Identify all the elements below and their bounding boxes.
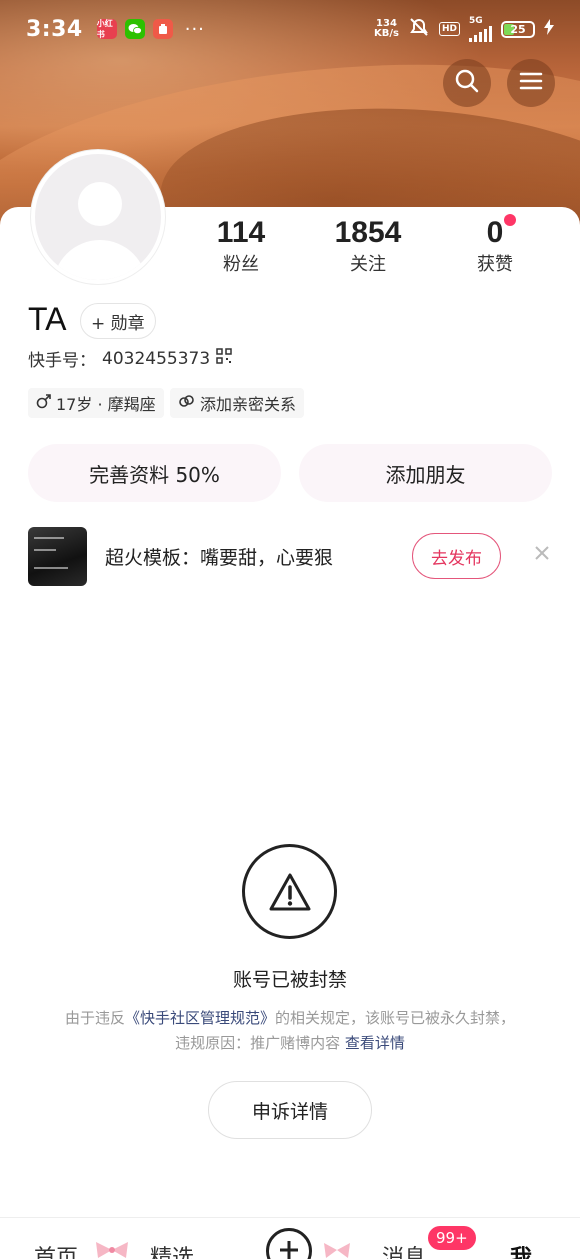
hd-badge: HD [438,22,460,36]
battery-level: 25 [510,22,526,36]
profile-name: TA [28,301,67,337]
signal-label: 5G [469,15,483,26]
search-icon [454,68,480,98]
nav-home[interactable]: 首页 [34,1240,78,1259]
promo-text: 超火模板：嘴要甜，心要狠 [105,546,334,569]
stat-likes-value: 0 [486,216,504,249]
template-promo[interactable]: 超火模板：嘴要甜，心要狠 去发布 [28,526,552,586]
tag-age-zodiac[interactable]: 17岁 · 摩羯座 [28,388,164,418]
status-bar: 3:34 小红书 ··· 134 KB/s HD 5G 25 [0,0,580,58]
create-button[interactable] [266,1228,312,1259]
publish-button[interactable]: 去发布 [412,533,501,579]
tag-add-relation[interactable]: 添加亲密关系 [170,388,305,418]
bottom-nav: 首页 精选 消息 我 [0,1217,580,1259]
stat-followers-value: 114 [216,216,266,249]
battery-icon: 25 [501,20,535,38]
menu-button[interactable] [507,59,555,107]
male-icon [36,393,52,413]
plus-icon [278,1235,300,1259]
stat-likes-label: 获赞 [477,254,513,275]
stat-likes[interactable]: 0 获赞 [440,214,550,278]
add-friend-button[interactable]: 添加朋友 [299,444,552,502]
bow-decoration-icon [92,1238,132,1259]
nav-me[interactable]: 我 [510,1240,532,1259]
search-button[interactable] [443,59,491,107]
add-medal-button[interactable]: + 勋章 [80,303,156,339]
menu-icon [519,71,543,95]
warning-icon [242,844,337,939]
tag-add-relation-label: 添加亲密关系 [200,395,297,414]
avatar[interactable] [31,150,165,284]
kuaishou-id[interactable]: 快手号： 4032455373 [28,346,232,371]
status-app-icons: 小红书 ··· [96,18,205,40]
ban-desc-prefix: 由于违反 [64,1009,125,1027]
net-speed: 134 KB/s [374,19,399,39]
stat-followers[interactable]: 114 粉丝 [186,214,296,278]
complete-profile-button[interactable]: 完善资料 50% [28,444,281,502]
stat-followers-label: 粉丝 [223,254,259,275]
nav-featured[interactable]: 精选 [150,1240,194,1259]
net-speed-unit: KB/s [374,28,399,39]
ban-description: 由于违反《快手社区管理规范》的相关规定，该账号已被永久封禁，违规原因：推广赌博内… [60,1006,520,1056]
status-time: 3:34 [26,16,83,42]
bolt-icon [544,19,554,39]
signal-bars-icon [469,25,492,42]
red-app-icon [152,19,173,39]
bow-decoration-icon [322,1238,352,1259]
likes-red-dot [504,214,516,226]
xiaohongshu-icon: 小红书 [96,19,117,39]
kuaishou-id-label: 快手号： [28,351,96,371]
community-rules-link[interactable]: 《快手社区管理规范》 [125,1009,275,1027]
wechat-icon [124,19,145,39]
qr-code-icon[interactable] [216,348,232,369]
avatar-body [53,240,147,280]
status-more: ··· [184,18,205,40]
stat-following[interactable]: 1854 关注 [313,214,423,278]
avatar-head [78,182,122,226]
signal-indicator: 5G [469,15,492,42]
link-icon [178,393,196,413]
close-icon[interactable] [530,541,554,565]
nav-messages[interactable]: 消息 [382,1240,426,1259]
status-right: 134 KB/s HD 5G 25 [374,15,554,42]
messages-badge: 99+ [426,1224,478,1252]
ban-title: 账号已被封禁 [232,969,347,991]
tag-age-zodiac-label: 17岁 · 摩羯座 [56,395,156,414]
view-details-link[interactable]: 查看详情 [345,1034,405,1052]
mute-alarm-icon [408,17,430,41]
stat-following-value: 1854 [334,216,402,249]
stat-following-label: 关注 [350,254,386,275]
kuaishou-id-value: 4032455373 [102,348,211,369]
appeal-details-button[interactable]: 申诉详情 [208,1081,372,1139]
template-thumbnail [28,526,87,586]
